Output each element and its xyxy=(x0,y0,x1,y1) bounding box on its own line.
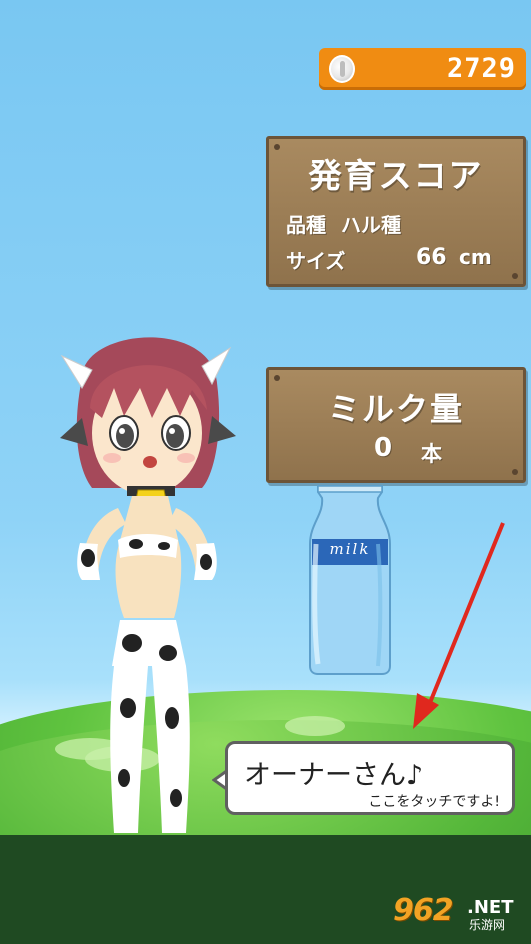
size-value: 66 xyxy=(416,245,447,270)
size-label: サイズ xyxy=(286,249,346,273)
coin-counter: 2729 xyxy=(319,48,526,90)
milk-title: ミルク量 xyxy=(327,390,464,428)
score-title: 発育スコア xyxy=(308,156,484,195)
coin-icon xyxy=(329,55,355,83)
milk-bottle-icon xyxy=(309,485,391,675)
grass-patch xyxy=(285,716,345,736)
game-screen: 2729 発育スコア 品種 ハル種 サイズ 66 cm ミルク量 0 本 mil… xyxy=(0,0,531,944)
breed-label: 品種 xyxy=(286,213,326,237)
watermark-logo-text: 962 xyxy=(393,893,454,928)
watermark-sub: 乐游网 xyxy=(469,918,506,932)
watermark-logo: 962 .NET 乐游网 xyxy=(389,891,527,935)
nail xyxy=(512,469,518,475)
size-row: サイズ 66 cm xyxy=(286,245,496,274)
milk-bottle[interactable]: milk xyxy=(306,484,394,680)
breed-row: 品種 ハル種 xyxy=(286,209,401,238)
watermark-net: .NET xyxy=(467,897,514,918)
bottle-label: milk xyxy=(329,540,371,558)
milk-unit: 本 xyxy=(421,442,442,466)
bubble-sub-text: ここをタッチですよ! xyxy=(368,794,500,810)
breed-value: ハル種 xyxy=(340,213,401,237)
milk-count: 0 xyxy=(374,433,393,463)
growth-score-board: 発育スコア 品種 ハル種 サイズ 66 cm xyxy=(266,136,526,287)
size-unit: cm xyxy=(459,245,492,269)
bubble-main-text: オーナーさん♪ xyxy=(244,760,424,791)
cow-girl-figure xyxy=(60,337,236,833)
speech-bubble[interactable]: オーナーさん♪ ここをタッチですよ! xyxy=(225,741,515,815)
nail xyxy=(512,273,518,279)
cow-girl-character[interactable] xyxy=(52,318,242,842)
red-arrow-icon xyxy=(413,522,505,729)
coin-value: 2729 xyxy=(446,53,516,84)
nail xyxy=(274,375,280,381)
milk-amount-board: ミルク量 0 本 xyxy=(266,367,526,483)
